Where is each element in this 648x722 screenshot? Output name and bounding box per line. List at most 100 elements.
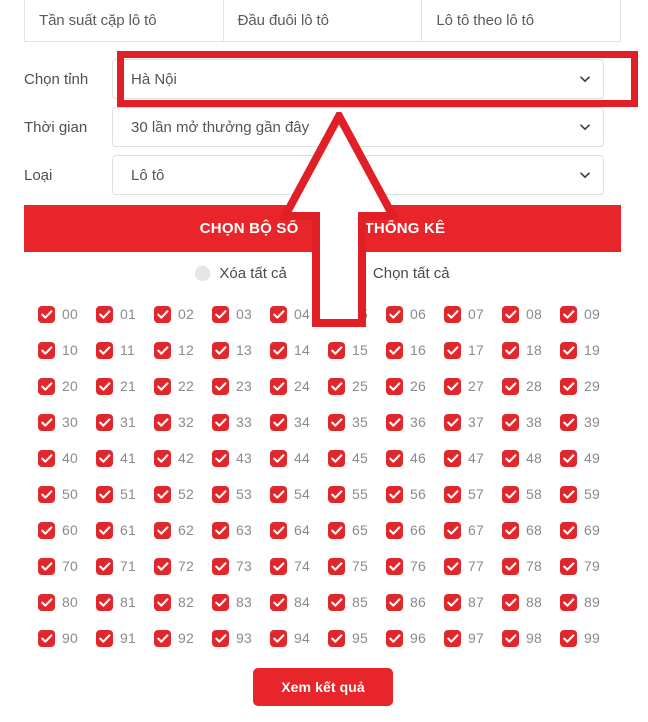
number-cell[interactable]: 33 bbox=[212, 404, 270, 440]
checkbox-checked-icon[interactable] bbox=[560, 305, 577, 323]
number-cell[interactable]: 64 bbox=[270, 512, 328, 548]
number-cell[interactable]: 81 bbox=[96, 584, 154, 620]
checkbox-checked-icon[interactable] bbox=[154, 557, 171, 575]
number-cell[interactable]: 19 bbox=[560, 332, 618, 368]
checkbox-checked-icon[interactable] bbox=[560, 377, 577, 395]
number-cell[interactable]: 82 bbox=[154, 584, 212, 620]
number-cell[interactable]: 42 bbox=[154, 440, 212, 476]
number-cell[interactable]: 55 bbox=[328, 476, 386, 512]
checkbox-checked-icon[interactable] bbox=[386, 377, 403, 395]
checkbox-checked-icon[interactable] bbox=[502, 629, 519, 647]
checkbox-checked-icon[interactable] bbox=[502, 305, 519, 323]
checkbox-checked-icon[interactable] bbox=[212, 341, 229, 359]
number-cell[interactable]: 09 bbox=[560, 296, 618, 332]
number-cell[interactable]: 37 bbox=[444, 404, 502, 440]
number-cell[interactable]: 21 bbox=[96, 368, 154, 404]
banner-thong-ke[interactable]: THỐNG KÊ bbox=[364, 220, 445, 237]
checkbox-checked-icon[interactable] bbox=[270, 485, 287, 503]
province-select[interactable]: Hà Nội bbox=[112, 59, 604, 99]
number-cell[interactable]: 03 bbox=[212, 296, 270, 332]
checkbox-checked-icon[interactable] bbox=[502, 557, 519, 575]
number-cell[interactable]: 48 bbox=[502, 440, 560, 476]
number-cell[interactable]: 01 bbox=[96, 296, 154, 332]
checkbox-checked-icon[interactable] bbox=[96, 557, 113, 575]
checkbox-checked-icon[interactable] bbox=[212, 557, 229, 575]
checkbox-checked-icon[interactable] bbox=[38, 341, 55, 359]
number-cell[interactable]: 87 bbox=[444, 584, 502, 620]
checkbox-checked-icon[interactable] bbox=[386, 413, 403, 431]
checkbox-checked-icon[interactable] bbox=[96, 413, 113, 431]
number-cell[interactable]: 15 bbox=[328, 332, 386, 368]
checkbox-checked-icon[interactable] bbox=[212, 485, 229, 503]
checkbox-checked-icon[interactable] bbox=[270, 593, 287, 611]
checkbox-checked-icon[interactable] bbox=[444, 413, 461, 431]
checkbox-checked-icon[interactable] bbox=[38, 413, 55, 431]
number-cell[interactable]: 22 bbox=[154, 368, 212, 404]
checkbox-checked-icon[interactable] bbox=[386, 557, 403, 575]
number-cell[interactable]: 41 bbox=[96, 440, 154, 476]
number-cell[interactable]: 74 bbox=[270, 548, 328, 584]
number-cell[interactable]: 24 bbox=[270, 368, 328, 404]
checkbox-checked-icon[interactable] bbox=[154, 413, 171, 431]
checkbox-checked-icon[interactable] bbox=[328, 593, 345, 611]
number-cell[interactable]: 40 bbox=[38, 440, 96, 476]
number-cell[interactable]: 52 bbox=[154, 476, 212, 512]
select-all-option[interactable]: Chọn tất cả bbox=[348, 265, 450, 282]
number-cell[interactable]: 13 bbox=[212, 332, 270, 368]
number-cell[interactable]: 80 bbox=[38, 584, 96, 620]
checkbox-checked-icon[interactable] bbox=[560, 629, 577, 647]
checkbox-checked-icon[interactable] bbox=[96, 341, 113, 359]
number-cell[interactable]: 23 bbox=[212, 368, 270, 404]
checkbox-checked-icon[interactable] bbox=[560, 521, 577, 539]
number-cell[interactable]: 27 bbox=[444, 368, 502, 404]
checkbox-checked-icon[interactable] bbox=[212, 305, 229, 323]
number-cell[interactable]: 31 bbox=[96, 404, 154, 440]
number-cell[interactable]: 50 bbox=[38, 476, 96, 512]
number-cell[interactable]: 29 bbox=[560, 368, 618, 404]
checkbox-checked-icon[interactable] bbox=[444, 377, 461, 395]
checkbox-checked-icon[interactable] bbox=[212, 629, 229, 647]
number-cell[interactable]: 86 bbox=[386, 584, 444, 620]
number-cell[interactable]: 11 bbox=[96, 332, 154, 368]
number-cell[interactable]: 35 bbox=[328, 404, 386, 440]
clear-all-option[interactable]: Xóa tất cả bbox=[195, 265, 287, 282]
checkbox-checked-icon[interactable] bbox=[560, 593, 577, 611]
number-cell[interactable]: 46 bbox=[386, 440, 444, 476]
checkbox-checked-icon[interactable] bbox=[96, 449, 113, 467]
checkbox-checked-icon[interactable] bbox=[386, 521, 403, 539]
view-results-button[interactable]: Xem kết quả bbox=[253, 668, 393, 706]
checkbox-checked-icon[interactable] bbox=[154, 377, 171, 395]
checkbox-checked-icon[interactable] bbox=[38, 629, 55, 647]
number-cell[interactable]: 44 bbox=[270, 440, 328, 476]
number-cell[interactable]: 88 bbox=[502, 584, 560, 620]
banner-chon-bo-so[interactable]: CHỌN BỘ SỐ bbox=[200, 220, 299, 237]
checkbox-checked-icon[interactable] bbox=[560, 557, 577, 575]
number-cell[interactable]: 14 bbox=[270, 332, 328, 368]
checkbox-checked-icon[interactable] bbox=[212, 593, 229, 611]
checkbox-checked-icon[interactable] bbox=[444, 521, 461, 539]
checkbox-checked-icon[interactable] bbox=[270, 377, 287, 395]
number-cell[interactable]: 06 bbox=[386, 296, 444, 332]
number-cell[interactable]: 97 bbox=[444, 620, 502, 656]
number-cell[interactable]: 16 bbox=[386, 332, 444, 368]
number-cell[interactable]: 67 bbox=[444, 512, 502, 548]
checkbox-checked-icon[interactable] bbox=[212, 377, 229, 395]
number-cell[interactable]: 08 bbox=[502, 296, 560, 332]
number-cell[interactable]: 17 bbox=[444, 332, 502, 368]
checkbox-checked-icon[interactable] bbox=[270, 341, 287, 359]
number-cell[interactable]: 69 bbox=[560, 512, 618, 548]
number-cell[interactable]: 12 bbox=[154, 332, 212, 368]
number-cell[interactable]: 30 bbox=[38, 404, 96, 440]
checkbox-checked-icon[interactable] bbox=[386, 449, 403, 467]
number-cell[interactable]: 85 bbox=[328, 584, 386, 620]
checkbox-checked-icon[interactable] bbox=[444, 485, 461, 503]
checkbox-checked-icon[interactable] bbox=[154, 449, 171, 467]
checkbox-checked-icon[interactable] bbox=[212, 449, 229, 467]
number-cell[interactable]: 57 bbox=[444, 476, 502, 512]
tab-dau-duoi-lo-to[interactable]: Đầu đuôi lô tô bbox=[224, 0, 423, 41]
checkbox-checked-icon[interactable] bbox=[328, 521, 345, 539]
number-cell[interactable]: 91 bbox=[96, 620, 154, 656]
checkbox-checked-icon[interactable] bbox=[502, 413, 519, 431]
number-cell[interactable]: 71 bbox=[96, 548, 154, 584]
checkbox-checked-icon[interactable] bbox=[96, 629, 113, 647]
